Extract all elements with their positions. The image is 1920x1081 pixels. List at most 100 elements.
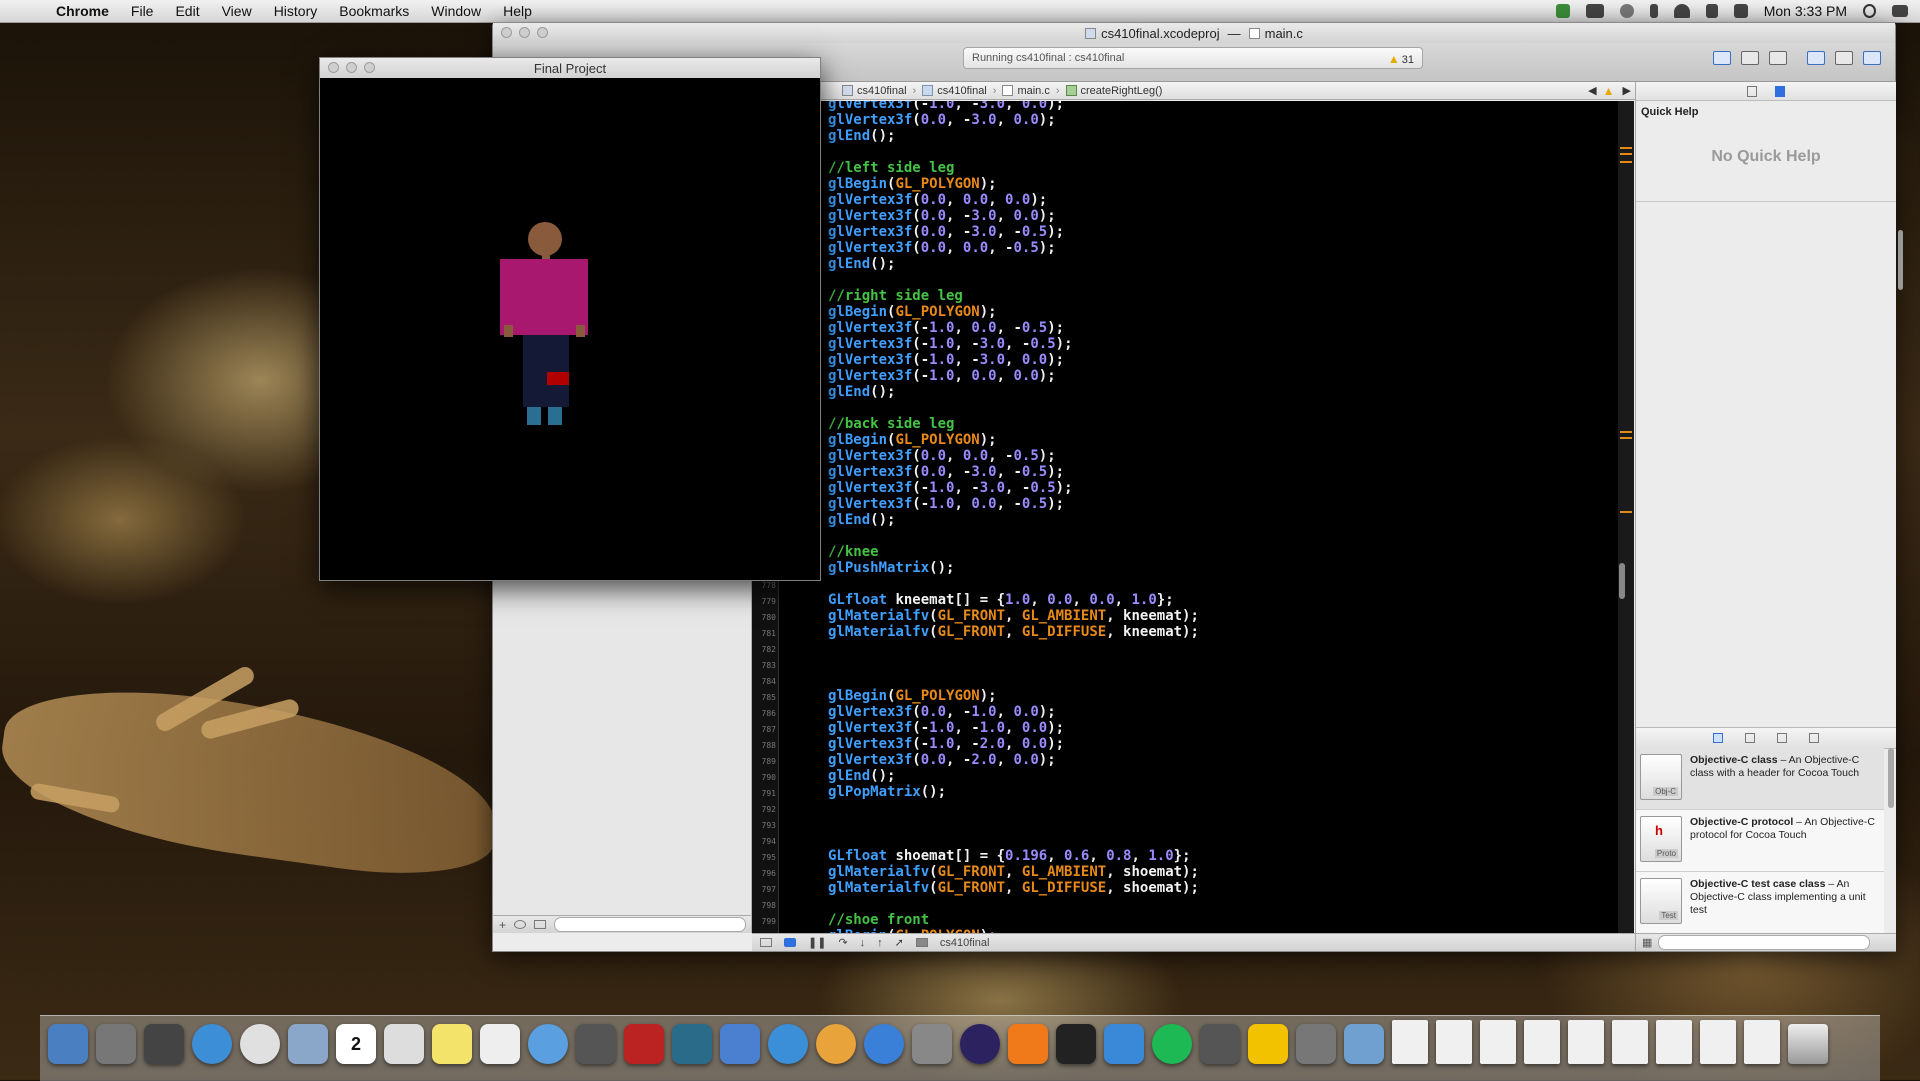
source-editor[interactable]: glVertex3f(-1.0, -3.0, 0.0); glVertex3f(0… <box>752 101 1618 933</box>
list-item[interactable]: Test Objective-C test case class – An Ob… <box>1636 872 1884 933</box>
code-line[interactable]: glVertex3f(0.0, -3.0, 0.0); <box>752 112 1618 128</box>
navigator-toggle-icon[interactable] <box>1807 51 1825 65</box>
library-filter-input[interactable] <box>1658 935 1871 950</box>
code-line[interactable]: 779 GLfloat kneemat[] = {1.0, 0.0, 0.0, 1… <box>752 592 1618 608</box>
menu-window[interactable]: Window <box>431 3 481 19</box>
code-line[interactable]: 778 <box>752 576 1618 592</box>
minimize-button[interactable] <box>346 62 357 73</box>
code-line[interactable]: glVertex3f(-1.0, -3.0, 0.0); <box>752 101 1618 112</box>
code-line[interactable]: glVertex3f(-1.0, -3.0, -0.5); <box>752 336 1618 352</box>
code-line[interactable] <box>752 272 1618 288</box>
spotify-icon[interactable] <box>1152 1024 1192 1064</box>
editor-scroller[interactable] <box>1619 563 1625 599</box>
utilities-toggle-icon[interactable] <box>1863 51 1881 65</box>
code-line[interactable]: glEnd(); <box>752 384 1618 400</box>
menu-edit[interactable]: Edit <box>175 3 199 19</box>
safari-icon[interactable] <box>192 1024 232 1064</box>
zoom-button[interactable] <box>364 62 375 73</box>
code-line[interactable]: 788 glVertex3f(-1.0, -2.0, 0.0); <box>752 736 1618 752</box>
doc-1-icon[interactable] <box>1392 1020 1428 1064</box>
scm-filter-icon[interactable] <box>534 920 547 929</box>
code-line[interactable]: glVertex3f(-1.0, 0.0, -0.5); <box>752 496 1618 512</box>
code-line[interactable]: glBegin(GL_POLYGON); <box>752 176 1618 192</box>
code-line[interactable]: 780 glMaterialfv(GL_FRONT, GL_AMBIENT, kn… <box>752 608 1618 624</box>
list-item[interactable]: h Proto Objective-C protocol – An Objecti… <box>1636 810 1884 872</box>
step-out-icon[interactable]: ↑ <box>877 937 883 949</box>
bluetooth-icon[interactable] <box>1649 4 1658 18</box>
step-in-icon[interactable]: ↓ <box>860 937 866 949</box>
code-line[interactable] <box>752 400 1618 416</box>
doc-5-icon[interactable] <box>1568 1020 1604 1064</box>
doc-8-icon[interactable] <box>1700 1020 1736 1064</box>
textedit-icon[interactable] <box>480 1024 520 1064</box>
standard-editor-icon[interactable] <box>1713 51 1731 65</box>
trash-icon[interactable] <box>1788 1024 1828 1064</box>
location-icon[interactable]: ➚ <box>895 936 904 949</box>
eclipse-icon[interactable] <box>960 1024 1000 1064</box>
iphoto-icon[interactable] <box>672 1024 712 1064</box>
window-thumb-icon[interactable] <box>1296 1024 1336 1064</box>
menu-help[interactable]: Help <box>503 3 532 19</box>
close-button[interactable] <box>501 27 512 38</box>
calendar-icon[interactable]: 2 <box>336 1024 376 1064</box>
warning-marker[interactable] <box>1620 437 1632 439</box>
zoom-button[interactable] <box>537 27 548 38</box>
chrome-icon[interactable] <box>240 1024 280 1064</box>
code-line[interactable]: glVertex3f(0.0, -3.0, -0.5); <box>752 464 1618 480</box>
code-line[interactable]: 784 <box>752 672 1618 688</box>
code-line[interactable]: glBegin(GL_POLYGON); <box>752 432 1618 448</box>
stickies-icon[interactable] <box>432 1024 472 1064</box>
grid-view-icon[interactable]: ▦ <box>1642 936 1652 949</box>
xcode-icon[interactable] <box>720 1024 760 1064</box>
download-icon[interactable] <box>1555 4 1570 18</box>
code-line[interactable]: 783 <box>752 656 1618 672</box>
file-inspector-icon[interactable] <box>1747 85 1757 97</box>
doc-3-icon[interactable] <box>1480 1020 1516 1064</box>
doc-7-icon[interactable] <box>1656 1020 1692 1064</box>
ibooks-icon[interactable] <box>816 1024 856 1064</box>
version-editor-icon[interactable] <box>1769 51 1787 65</box>
list-item[interactable]: Obj-C Objective-C class – An Objective-C… <box>1636 748 1884 810</box>
preview-icon[interactable] <box>288 1024 328 1064</box>
code-line[interactable]: 785 glBegin(GL_POLYGON); <box>752 688 1618 704</box>
code-line[interactable]: glVertex3f(0.0, 0.0, -0.5); <box>752 448 1618 464</box>
printer-icon[interactable] <box>1200 1024 1240 1064</box>
code-line[interactable]: glVertex3f(-1.0, -3.0, -0.5); <box>752 480 1618 496</box>
code-line[interactable]: 798 <box>752 896 1618 912</box>
doc-9-icon[interactable] <box>1744 1020 1780 1064</box>
code-line[interactable]: glVertex3f(-1.0, 0.0, -0.5); <box>752 320 1618 336</box>
close-button[interactable] <box>328 62 339 73</box>
code-line[interactable]: glPushMatrix(); <box>752 560 1618 576</box>
spotlight-search-icon[interactable] <box>1863 4 1876 18</box>
code-line[interactable]: 793 <box>752 816 1618 832</box>
facetime-icon[interactable] <box>576 1024 616 1064</box>
menu-history[interactable]: History <box>274 3 318 19</box>
code-line[interactable]: glEnd(); <box>752 512 1618 528</box>
finder-icon[interactable] <box>48 1024 88 1064</box>
next-issue-icon[interactable]: ▶ <box>1623 84 1631 98</box>
volume-icon[interactable] <box>1733 4 1748 18</box>
previous-issue-icon[interactable]: ◀ <box>1588 84 1596 98</box>
navigator-filter-input[interactable] <box>554 917 747 932</box>
doc-2-icon[interactable] <box>1436 1020 1472 1064</box>
code-line[interactable]: 787 glVertex3f(-1.0, -1.0, 0.0); <box>752 720 1618 736</box>
code-line[interactable]: glVertex3f(-1.0, 0.0, 0.0); <box>752 368 1618 384</box>
crumb-file[interactable]: main.c <box>1002 85 1050 97</box>
hide-debug-area-icon[interactable] <box>760 938 772 947</box>
code-line[interactable]: glVertex3f(0.0, -3.0, 0.0); <box>752 208 1618 224</box>
warning-marker[interactable] <box>1620 147 1632 149</box>
crumb-group[interactable]: cs410final <box>922 85 987 97</box>
airplay-icon[interactable] <box>1585 4 1604 18</box>
code-line[interactable]: 781 glMaterialfv(GL_FRONT, GL_DIFFUSE, kn… <box>752 624 1618 640</box>
warning-badge[interactable]: ▲ 31 <box>1388 52 1414 66</box>
gl-canvas[interactable] <box>320 79 820 580</box>
doc-6-icon[interactable] <box>1612 1020 1648 1064</box>
menu-bookmarks[interactable]: Bookmarks <box>339 3 409 19</box>
code-snippet-library-icon[interactable] <box>1745 733 1755 743</box>
debug-target[interactable]: cs410final <box>940 937 990 949</box>
code-line[interactable]: glEnd(); <box>752 128 1618 144</box>
code-line[interactable]: 796 glMaterialfv(GL_FRONT, GL_AMBIENT, sh… <box>752 864 1618 880</box>
itunes-icon[interactable] <box>768 1024 808 1064</box>
breakpoints-icon[interactable] <box>784 938 796 947</box>
media-library-icon[interactable] <box>1809 733 1819 743</box>
